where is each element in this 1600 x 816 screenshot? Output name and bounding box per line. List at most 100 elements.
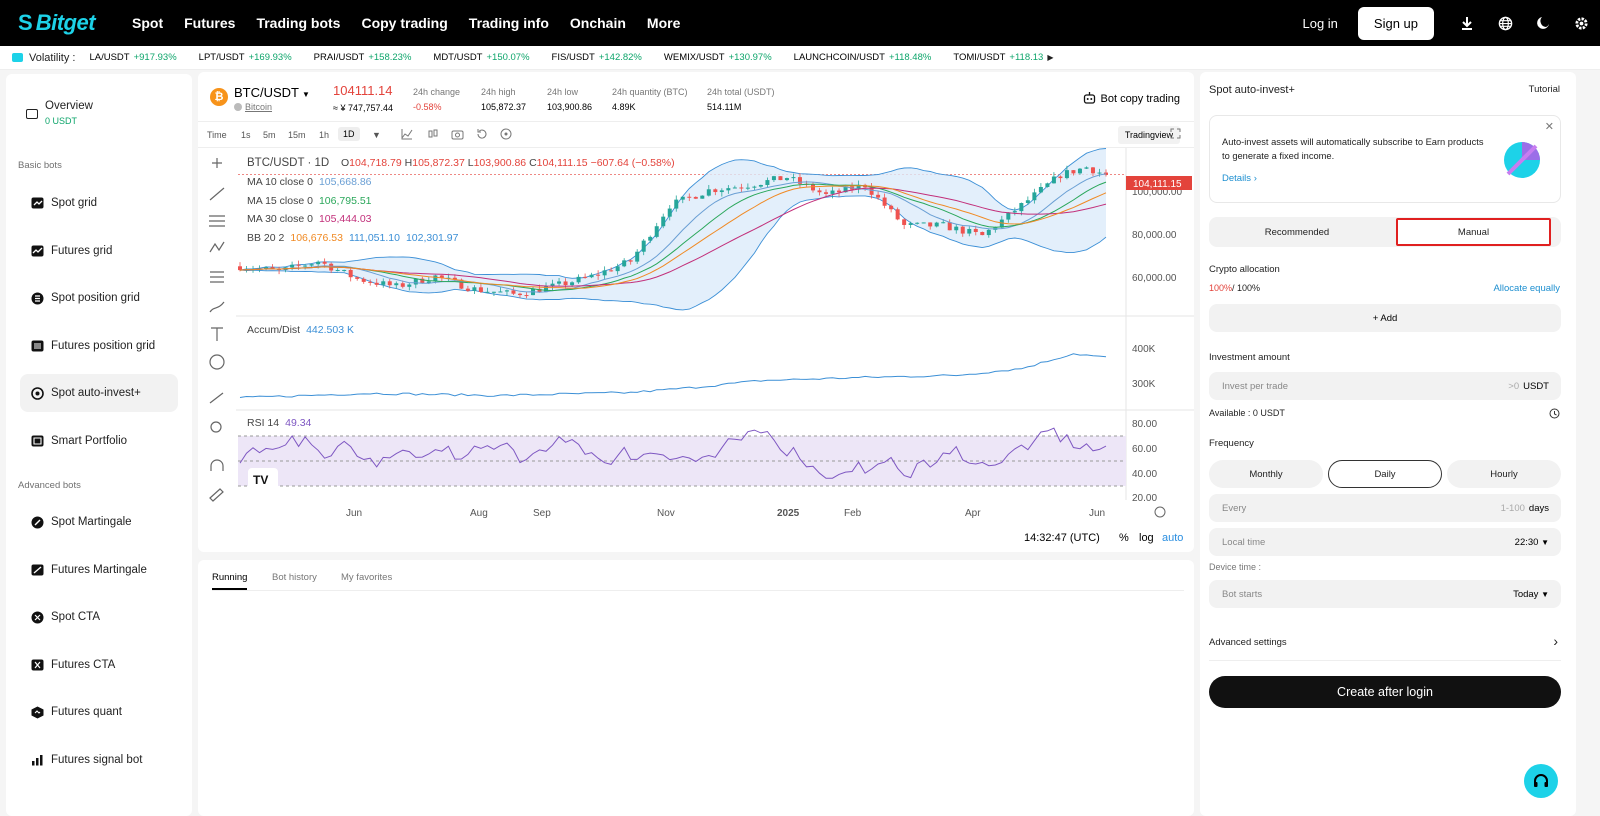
- timeframe-1h[interactable]: 1h: [319, 130, 329, 140]
- ticker-item[interactable]: FIS/USDT +142.82%: [552, 52, 642, 63]
- ticker-next-arrow-icon[interactable]: ▶: [1047, 53, 1053, 62]
- sidebar-item-spot-martingale[interactable]: Spot Martingale: [20, 503, 178, 541]
- sidebar-item-futures-grid[interactable]: Futures grid: [20, 232, 178, 270]
- nav-trading-info[interactable]: Trading info: [469, 15, 549, 31]
- support-headset-icon[interactable]: [1524, 764, 1558, 798]
- ticker-item[interactable]: LA/USDT +917.93%: [89, 52, 176, 63]
- create-after-login-button[interactable]: Create after login: [1209, 676, 1561, 708]
- timeframe-15m[interactable]: 15m: [288, 130, 306, 140]
- sidebar-item-overview[interactable]: Overview 0 USDT: [24, 100, 184, 126]
- nav-onchain[interactable]: Onchain: [570, 15, 626, 31]
- projection-icon[interactable]: [210, 271, 224, 283]
- text-tool-icon[interactable]: [211, 327, 223, 341]
- sidebar-item-futures-cta[interactable]: Futures CTA: [20, 646, 178, 684]
- magnet-icon[interactable]: [210, 459, 224, 471]
- axis-settings-icon[interactable]: [1154, 506, 1166, 518]
- auto-scale-toggle[interactable]: auto: [1162, 532, 1183, 544]
- basic-bots-heading: Basic bots: [18, 160, 62, 171]
- sidebar-item-smart-portfolio[interactable]: Smart Portfolio: [20, 422, 178, 460]
- mode-manual[interactable]: Manual: [1396, 218, 1551, 246]
- ticker-item[interactable]: WEMIX/USDT +130.97%: [664, 52, 772, 63]
- every-days-input[interactable]: Every 1-100 days: [1209, 494, 1561, 522]
- advanced-settings-link[interactable]: Advanced settings: [1209, 637, 1287, 648]
- mode-recommended[interactable]: Recommended: [1209, 217, 1385, 247]
- tab-running[interactable]: Running: [212, 572, 247, 583]
- sidebar-item-futures-position-grid[interactable]: Futures position grid: [20, 327, 178, 365]
- stat-24h-low: 24h low 103,900.86: [547, 87, 592, 112]
- dark-mode-icon[interactable]: [1524, 0, 1562, 46]
- ticker-item[interactable]: PRAI/USDT +158.23%: [314, 52, 412, 63]
- sidebar-item-futures-signal-bot[interactable]: Futures signal bot: [20, 741, 178, 779]
- timeframe-time[interactable]: Time: [207, 130, 227, 140]
- tab-bot-history[interactable]: Bot history: [272, 572, 317, 583]
- reset-icon[interactable]: [476, 128, 488, 142]
- fib-icon[interactable]: [209, 215, 225, 227]
- nav-futures[interactable]: Futures: [184, 15, 235, 31]
- nav-more[interactable]: More: [647, 15, 680, 31]
- sidebar-item-spot-position-grid[interactable]: Spot position grid: [20, 279, 178, 317]
- price-chart[interactable]: BTC/USDT · 1D O104,718.79 H105,872.37 L1…: [198, 148, 1194, 526]
- sidebar-item-spot-auto-invest[interactable]: Spot auto-invest+: [20, 374, 178, 412]
- indicator-icon[interactable]: [401, 128, 413, 142]
- ruler-icon[interactable]: [209, 392, 224, 404]
- sidebar-item-spot-cta[interactable]: Spot CTA: [20, 598, 178, 636]
- ticker-item[interactable]: TOMI/USDT +118.13: [953, 52, 1043, 63]
- stat-24h-change: 24h change -0.58%: [413, 87, 460, 112]
- nav-spot[interactable]: Spot: [132, 15, 163, 31]
- invest-per-trade-input[interactable]: Invest per trade >0 USDT: [1209, 372, 1561, 400]
- bitget-logo[interactable]: S Bitget: [18, 10, 120, 36]
- local-time-select[interactable]: Local time 22:30 ▼: [1209, 528, 1561, 556]
- login-link[interactable]: Log in: [1302, 16, 1337, 31]
- pattern-icon[interactable]: [209, 241, 225, 253]
- ticker-item[interactable]: LAUNCHCOIN/USDT +118.48%: [794, 52, 932, 63]
- trendline-icon[interactable]: [209, 187, 225, 201]
- zoom-icon[interactable]: [210, 421, 222, 433]
- freq-hourly[interactable]: Hourly: [1447, 460, 1561, 488]
- timeframe-5m[interactable]: 5m: [263, 130, 276, 140]
- details-link[interactable]: Details ›: [1222, 173, 1257, 184]
- download-icon[interactable]: [1448, 0, 1486, 46]
- fullscreen-icon[interactable]: [1170, 128, 1181, 141]
- signup-button[interactable]: Sign up: [1357, 6, 1434, 40]
- logo-text: Bitget: [35, 10, 96, 35]
- add-crypto-button[interactable]: + Add: [1209, 304, 1561, 332]
- tutorial-link[interactable]: Tutorial: [1529, 84, 1560, 95]
- timeframe-dropdown-icon[interactable]: ▼: [372, 130, 381, 140]
- brush-icon[interactable]: [209, 301, 225, 313]
- position-grid-icon: [30, 291, 44, 305]
- pair-selector[interactable]: BTC/USDT ▼: [234, 85, 310, 100]
- chevron-right-icon[interactable]: ›: [1553, 633, 1558, 649]
- timeframe-1s[interactable]: 1s: [241, 130, 251, 140]
- candle-style-icon[interactable]: [427, 128, 439, 142]
- freq-daily[interactable]: Daily: [1328, 460, 1442, 488]
- settings-gear-icon[interactable]: [1562, 0, 1600, 46]
- percent-scale-toggle[interactable]: %: [1119, 532, 1129, 544]
- bot-starts-select[interactable]: Bot starts Today ▼: [1209, 580, 1561, 608]
- tab-my-favorites[interactable]: My favorites: [341, 572, 392, 583]
- globe-icon[interactable]: [1486, 0, 1524, 46]
- candle-body: [491, 291, 496, 293]
- timeframe-1d[interactable]: 1D: [338, 127, 360, 141]
- coin-name[interactable]: Bitcoin: [234, 102, 272, 112]
- sidebar-item-futures-martingale[interactable]: Futures Martingale: [20, 551, 178, 589]
- martingale-icon: [30, 515, 44, 529]
- freq-monthly[interactable]: Monthly: [1209, 460, 1323, 488]
- log-scale-toggle[interactable]: log: [1139, 532, 1154, 544]
- bot-copy-trading-button[interactable]: Bot copy trading: [1083, 91, 1180, 107]
- close-icon[interactable]: ✕: [1545, 120, 1554, 133]
- crosshair-icon[interactable]: [212, 158, 222, 168]
- emoji-icon[interactable]: [209, 354, 225, 370]
- sidebar-item-label: Spot Martingale: [51, 516, 132, 528]
- camera-icon[interactable]: [451, 128, 464, 142]
- allocate-equally-link[interactable]: Allocate equally: [1493, 283, 1560, 294]
- pencil-lock-icon[interactable]: [209, 488, 224, 502]
- add-indicator-icon[interactable]: [500, 128, 512, 142]
- ticker-item[interactable]: MDT/USDT +150.07%: [433, 52, 529, 63]
- nav-copy-trading[interactable]: Copy trading: [361, 15, 447, 31]
- refresh-icon[interactable]: [1549, 406, 1560, 424]
- ticker-item[interactable]: LPT/USDT +169.93%: [199, 52, 292, 63]
- sidebar-item-spot-grid[interactable]: Spot grid: [20, 184, 178, 222]
- nav-trading-bots[interactable]: Trading bots: [256, 15, 340, 31]
- overview-label: Overview: [45, 100, 93, 112]
- sidebar-item-futures-quant[interactable]: Futures quant: [20, 693, 178, 731]
